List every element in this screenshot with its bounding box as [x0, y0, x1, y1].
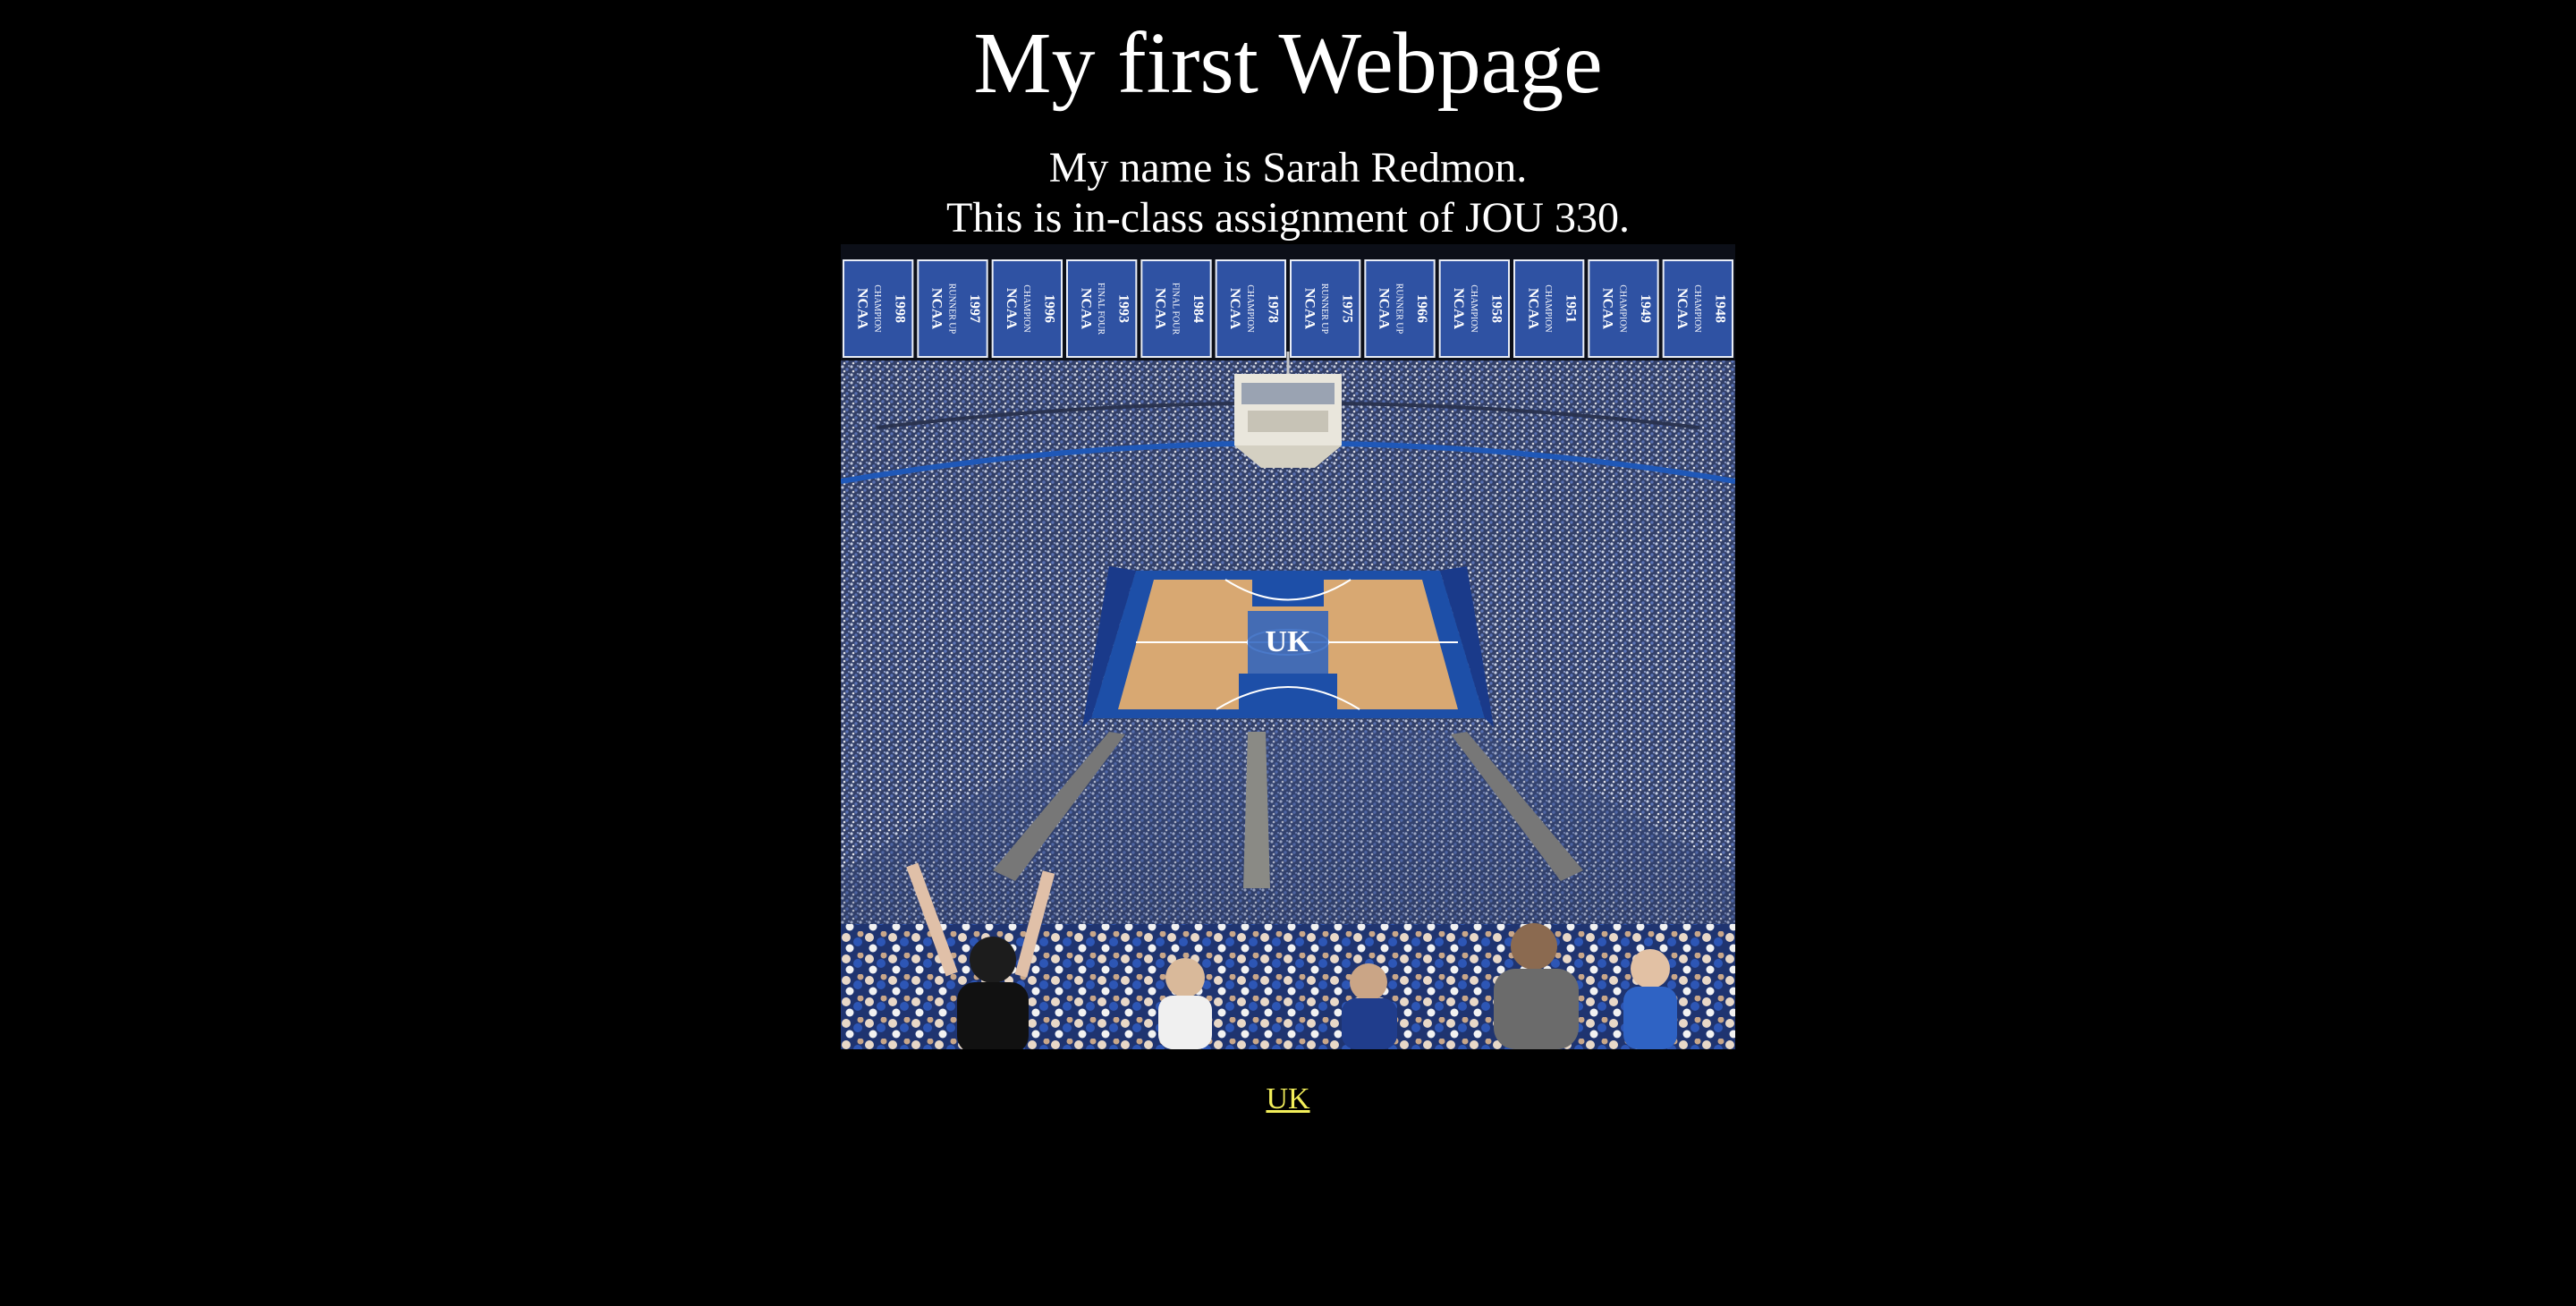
banner-year-text: 1993 — [1116, 294, 1131, 323]
banner-year-text: 1951 — [1563, 294, 1579, 323]
banner-caption-text: CHAMPION — [1617, 284, 1627, 332]
banner-org-text: NCAA — [1600, 288, 1615, 330]
banner-org-text: NCAA — [1078, 288, 1093, 330]
uk-link-container: UK — [0, 1077, 2576, 1122]
banner-year-text: 1966 — [1414, 294, 1429, 323]
banner-caption-text: RUNNER UP — [1394, 284, 1403, 335]
banner-org-text: NCAA — [1451, 288, 1466, 330]
banner-org-text: NCAA — [1377, 288, 1392, 330]
championship-banner: NCAA FINAL FOUR 1984 — [1140, 259, 1212, 358]
banner-caption-text: CHAMPION — [1021, 284, 1031, 332]
banner-year-text: 1949 — [1638, 294, 1653, 323]
banner-org-text: NCAA — [1004, 288, 1019, 330]
basketball-court: UK — [1091, 571, 1485, 718]
championship-banner: NCAA CHAMPION 1998 — [843, 259, 914, 358]
championship-banner: NCAA CHAMPION 1978 — [1215, 259, 1286, 358]
championship-banner: NCAA FINAL FOUR 1993 — [1066, 259, 1138, 358]
arena-photo: NCAA CHAMPION 1998 NCAA RUNNER UP 1997 NCAA CHA… — [841, 244, 1735, 1049]
banner-org-text: NCAA — [854, 288, 869, 330]
intro-line-name: My name is Sarah Redmon. — [1048, 144, 1528, 191]
banner-year-text: 1984 — [1191, 294, 1206, 323]
banner-year-text: 1948 — [1712, 294, 1727, 323]
arena-photo-illustration: NCAA CHAMPION 1998 NCAA RUNNER UP 1997 NCAA CHA… — [841, 244, 1735, 1049]
banner-caption-text: CHAMPION — [1543, 284, 1553, 332]
championship-banner: NCAA CHAMPION 1996 — [991, 259, 1063, 358]
championship-banner: NCAA CHAMPION 1948 — [1662, 259, 1734, 358]
banner-year-text: 1958 — [1488, 294, 1504, 323]
intro-line-assignment: This is in-class assignment of JOU 330. — [946, 194, 1630, 242]
banner-org-text: NCAA — [1227, 288, 1242, 330]
championship-banner: NCAA CHAMPION 1958 — [1438, 259, 1511, 358]
banner-caption-text: CHAMPION — [872, 284, 882, 332]
banner-org-text: NCAA — [1301, 288, 1317, 330]
championship-banner: NCAA CHAMPION 1951 — [1513, 259, 1585, 358]
banner-year-text: 1998 — [893, 294, 908, 323]
banner-year-text: 1996 — [1041, 294, 1056, 323]
championship-banner: NCAA RUNNER UP 1975 — [1290, 259, 1361, 358]
championship-banner: NCAA CHAMPION 1949 — [1588, 259, 1659, 358]
banner-org-text: NCAA — [1674, 288, 1690, 330]
banner-caption-text: RUNNER UP — [946, 284, 956, 335]
championship-banner: NCAA RUNNER UP 1997 — [917, 259, 988, 358]
banner-year-text: 1978 — [1265, 294, 1280, 323]
banner-org-text: NCAA — [929, 288, 945, 330]
banner-caption-text: CHAMPION — [1469, 284, 1479, 332]
banner-org-text: NCAA — [1153, 288, 1168, 330]
intro-text: My name is Sarah Redmon. This is in-clas… — [0, 143, 2576, 243]
banner-caption-text: RUNNER UP — [1319, 284, 1329, 335]
uk-link[interactable]: UK — [1266, 1082, 1309, 1115]
banner-year-text: 1997 — [967, 294, 982, 323]
svg-text:UK: UK — [1266, 625, 1312, 658]
banner-caption-text: FINAL FOUR — [1170, 283, 1180, 335]
page: My first Webpage My name is Sarah Redmon… — [0, 0, 2576, 1306]
championship-banner: NCAA RUNNER UP 1966 — [1364, 259, 1436, 358]
banner-caption-text: FINAL FOUR — [1096, 283, 1106, 335]
banner-year-text: 1975 — [1340, 294, 1355, 323]
banner-caption-text: CHAMPION — [1245, 284, 1255, 332]
banner-org-text: NCAA — [1525, 288, 1540, 330]
banner-caption-text: CHAMPION — [1692, 284, 1702, 332]
page-title: My first Webpage — [973, 15, 1603, 112]
